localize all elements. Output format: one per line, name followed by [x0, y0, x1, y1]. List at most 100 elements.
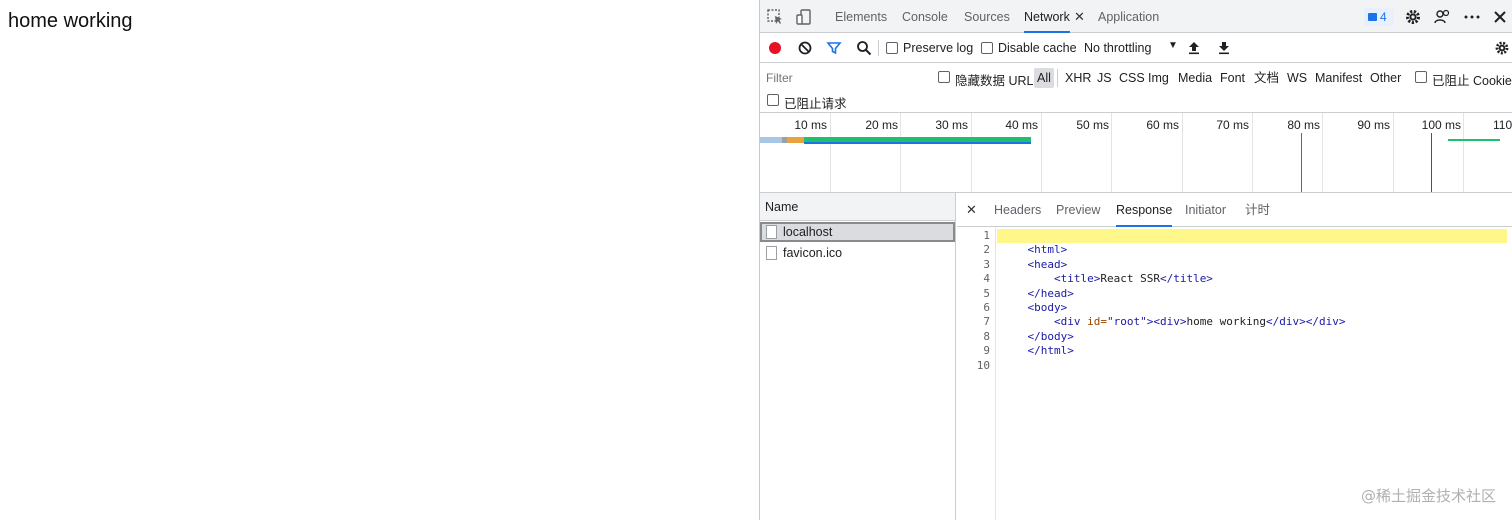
tab-preview[interactable]: Preview — [1056, 193, 1100, 227]
timeline-grid-line — [1041, 113, 1042, 192]
blocked-cookies-label: 已阻止 Cookie — [1432, 74, 1512, 88]
title-text: React SSR — [1100, 272, 1160, 286]
timeline-overview[interactable]: 10 ms 20 ms 30 ms 40 ms 50 ms 60 ms 70 m… — [760, 113, 1512, 193]
search-icon[interactable] — [856, 40, 872, 56]
blocked-requests-label: 已阻止请求 — [784, 97, 847, 111]
more-options-icon[interactable] — [1463, 8, 1481, 26]
device-toolbar-icon[interactable] — [795, 8, 813, 26]
network-settings-gear-icon[interactable] — [1494, 40, 1510, 56]
timeline-favicon-bar — [1448, 139, 1500, 141]
request-row-favicon[interactable]: favicon.ico — [760, 243, 955, 263]
timeline-tick-label: 80 ms — [1287, 118, 1320, 132]
filter-type-xhr[interactable]: XHR — [1062, 68, 1094, 88]
line-number-gutter: 1 2 3 4 5 6 7 8 9 10 — [957, 227, 996, 520]
messages-badge[interactable]: 4 — [1364, 8, 1394, 26]
timeline-tick-label: 100 ms — [1421, 118, 1461, 132]
tab-console[interactable]: Console — [902, 0, 948, 33]
timeline-tick-label: 60 ms — [1146, 118, 1179, 132]
response-code-viewer[interactable]: 1 2 3 4 5 6 7 8 9 10 <html> <head> <titl… — [957, 227, 1512, 520]
timeline-grid-line — [1393, 113, 1394, 192]
message-icon — [1368, 13, 1377, 21]
toolbar-divider — [878, 40, 879, 56]
request-detail-panel: ✕ Headers Preview Response Initiator 计时 … — [957, 193, 1512, 520]
filter-type-css[interactable]: CSS — [1116, 68, 1148, 88]
filter-type-ws[interactable]: WS — [1284, 68, 1310, 88]
load-marker — [1431, 133, 1432, 192]
filter-type-doc[interactable]: 文档 — [1251, 68, 1282, 88]
filter-type-all[interactable]: All — [1034, 68, 1054, 88]
line-number: 2 — [983, 243, 990, 257]
timeline-orange-bar — [787, 137, 804, 143]
tab-network[interactable]: Network — [1024, 0, 1070, 33]
filter-icon[interactable] — [826, 40, 842, 56]
name-column-header[interactable]: Name — [760, 193, 955, 221]
line-number: 7 — [983, 315, 990, 329]
filter-type-js[interactable]: JS — [1094, 68, 1115, 88]
filter-type-media[interactable]: Media — [1175, 68, 1215, 88]
chevron-down-icon[interactable]: ▼ — [1168, 40, 1178, 51]
div-text: home working — [1186, 315, 1266, 329]
document-icon — [766, 246, 777, 260]
dom-content-loaded-marker — [1301, 133, 1302, 192]
tab-sources[interactable]: Sources — [964, 0, 1010, 33]
download-icon[interactable] — [1216, 40, 1232, 56]
head-close-tag: </head> — [1027, 286, 1074, 300]
settings-gear-icon[interactable] — [1404, 8, 1422, 26]
watermark: @稀土掘金技术社区 — [1360, 487, 1496, 505]
tab-elements[interactable]: Elements — [835, 0, 887, 33]
filter-type-manifest[interactable]: Manifest — [1312, 68, 1365, 88]
timeline-tick-label: 30 ms — [935, 118, 968, 132]
line-number: 3 — [983, 257, 990, 271]
disable-cache-checkbox[interactable] — [981, 42, 993, 54]
upload-icon[interactable] — [1186, 40, 1202, 56]
code-line: <html> — [997, 243, 1507, 257]
timeline-tick-label: 40 ms — [1005, 118, 1038, 132]
connection-icon[interactable] — [1433, 8, 1451, 26]
clear-icon[interactable] — [797, 40, 813, 56]
timeline-grid-line — [1252, 113, 1253, 192]
title-open-tag: <title> — [1053, 272, 1101, 286]
devtools-tab-bar: Elements Console Sources Network ✕ Appli… — [760, 0, 1512, 33]
throttling-select[interactable]: No throttling — [1084, 41, 1151, 55]
record-button[interactable] — [769, 42, 781, 54]
request-row-localhost[interactable]: localhost — [760, 222, 955, 242]
filter-type-other[interactable]: Other — [1367, 68, 1404, 88]
filter-type-font[interactable]: Font — [1217, 68, 1248, 88]
tab-application[interactable]: Application — [1098, 0, 1159, 33]
close-detail-icon[interactable]: ✕ — [966, 193, 977, 227]
timeline-blue-underline — [804, 142, 1031, 144]
line-number: 4 — [983, 272, 990, 286]
code-line: </body> — [997, 330, 1507, 344]
tab-timing[interactable]: 计时 — [1245, 193, 1270, 227]
request-list: Name localhost favicon.ico — [760, 193, 956, 520]
timeline-grid-line — [1111, 113, 1112, 192]
tab-initiator[interactable]: Initiator — [1185, 193, 1226, 227]
filter-bar: 隐藏数据 URL All XHR JS CSS Img Media Font 文… — [760, 63, 1512, 113]
timeline-grid-line — [1463, 113, 1464, 192]
inspect-element-icon[interactable] — [766, 8, 784, 26]
line-number: 5 — [983, 286, 990, 300]
code-line: <body> — [997, 301, 1507, 315]
timeline-grid-line — [1322, 113, 1323, 192]
tab-headers[interactable]: Headers — [994, 193, 1041, 227]
disable-cache-label: Disable cache — [998, 41, 1077, 55]
line-number: 1 — [983, 229, 990, 242]
preserve-log-checkbox[interactable] — [886, 42, 898, 54]
tab-response[interactable]: Response — [1116, 193, 1173, 227]
request-name: favicon.ico — [783, 246, 843, 260]
timeline-tick-label: 20 ms — [865, 118, 898, 132]
code-line: <head> — [997, 258, 1507, 272]
blocked-cookies-checkbox[interactable] — [1415, 71, 1427, 83]
filter-input[interactable] — [762, 68, 925, 88]
close-network-tab-icon[interactable]: ✕ — [1074, 0, 1085, 33]
body-close-tag: </body> — [1027, 329, 1074, 343]
preserve-log-label: Preserve log — [903, 41, 974, 55]
div-close-tags: </div></div> — [1265, 315, 1346, 329]
hide-data-urls-checkbox[interactable] — [938, 71, 950, 83]
div-open-tag: <div — [1053, 315, 1081, 329]
timeline-waiting-bar — [760, 137, 782, 143]
blocked-requests-checkbox[interactable] — [767, 94, 779, 106]
close-devtools-icon[interactable] — [1491, 8, 1509, 26]
filter-type-img[interactable]: Img — [1145, 68, 1172, 88]
